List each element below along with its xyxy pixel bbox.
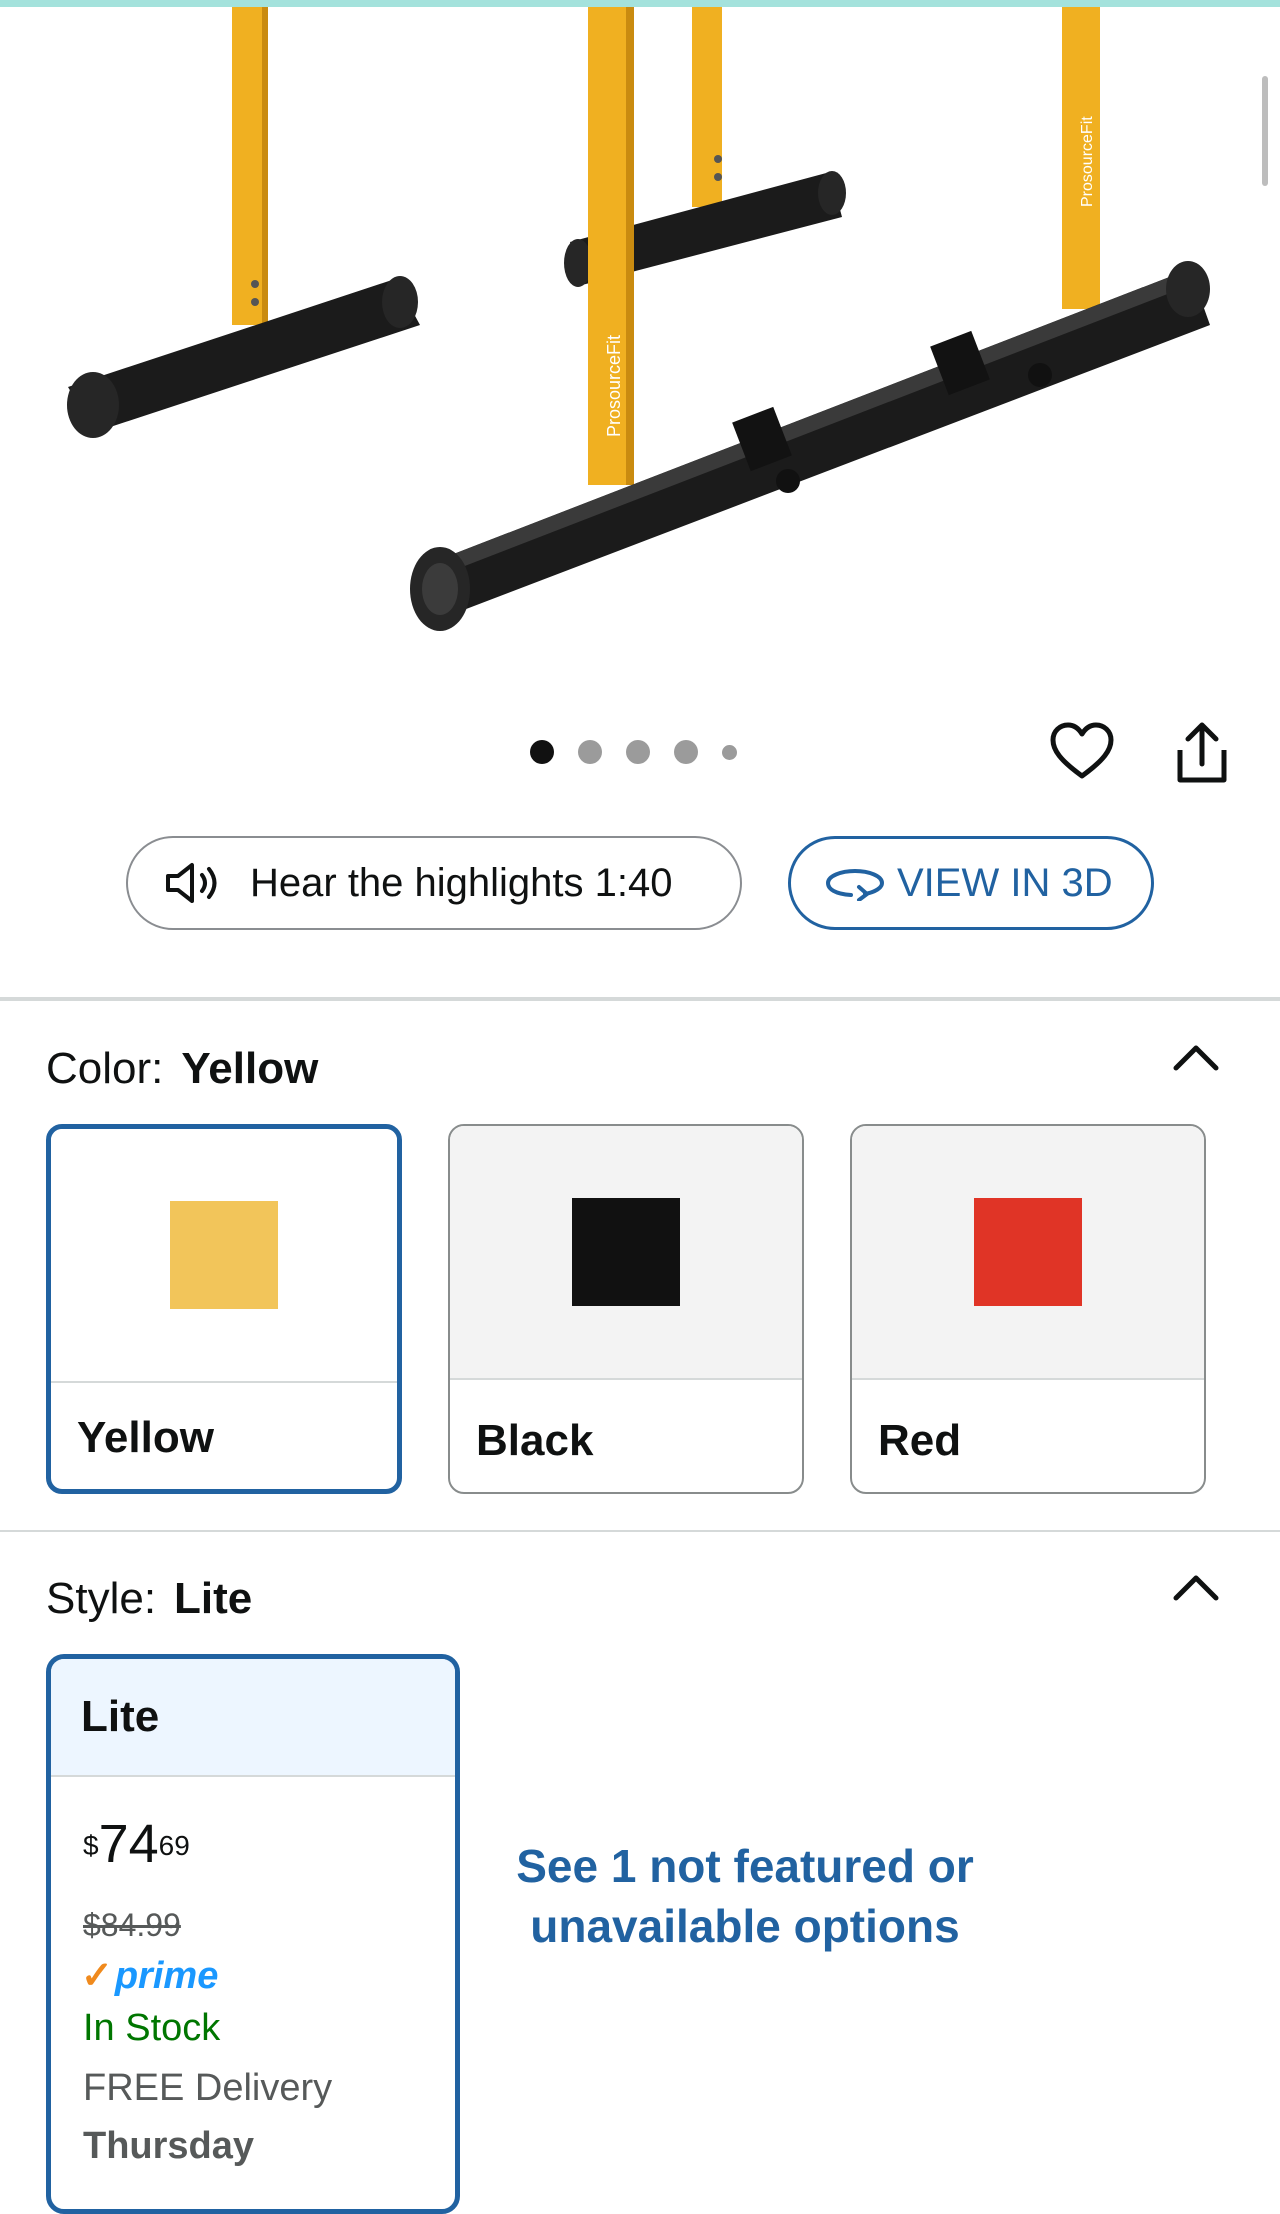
- svg-text:ProsourceFit: ProsourceFit: [1079, 116, 1096, 207]
- image-pagination[interactable]: [530, 740, 737, 764]
- style-option-title: Lite: [51, 1659, 455, 1777]
- share-icon[interactable]: [1172, 720, 1232, 786]
- product-image[interactable]: ProsourceFit ProsourceFit: [0, 7, 1280, 647]
- rotate-3d-icon: [825, 868, 885, 901]
- color-chip: [572, 1198, 680, 1306]
- top-accent-bar: [0, 0, 1280, 7]
- view-in-3d-button[interactable]: VIEW IN 3D: [788, 836, 1154, 930]
- color-section-label: Color: Yellow: [46, 1044, 319, 1093]
- hear-highlights-button[interactable]: Hear the highlights 1:40: [126, 836, 742, 930]
- see-unavailable-options-link[interactable]: See 1 not featured or unavailable option…: [500, 1836, 990, 1956]
- delivery-text: FREE Delivery: [83, 2067, 333, 2109]
- selected-style-value: Lite: [174, 1574, 253, 1623]
- chevron-up-icon[interactable]: [1170, 1042, 1222, 1074]
- color-option-yellow[interactable]: Yellow: [46, 1124, 402, 1494]
- speaker-icon: [166, 863, 217, 903]
- color-option-label: Yellow: [77, 1413, 214, 1462]
- color-option-label: Red: [878, 1416, 962, 1465]
- swatch-preview: [852, 1126, 1204, 1380]
- stock-status: In Stock: [83, 2007, 221, 2049]
- style-section-label: Style: Lite: [46, 1574, 253, 1623]
- selected-color-value: Yellow: [181, 1044, 319, 1093]
- swatch-preview: [51, 1129, 397, 1383]
- price: $7469: [83, 1814, 190, 1874]
- prime-badge: ✓prime: [81, 1955, 219, 1997]
- section-divider: [0, 997, 1280, 1001]
- color-option-black[interactable]: Black: [448, 1124, 804, 1494]
- heart-icon[interactable]: [1050, 722, 1114, 782]
- svg-text:ProsourceFit: ProsourceFit: [604, 335, 624, 437]
- pagination-dot[interactable]: [722, 744, 737, 760]
- swatch-preview: [450, 1126, 802, 1380]
- section-divider: [0, 1530, 1280, 1532]
- pagination-dot[interactable]: [626, 740, 650, 764]
- check-icon: ✓: [81, 1955, 113, 1997]
- hear-highlights-label: Hear the highlights 1:40: [250, 860, 673, 905]
- pagination-dot[interactable]: [674, 740, 698, 764]
- pagination-dot[interactable]: [530, 740, 554, 764]
- style-option-lite[interactable]: Lite $7469 $84.99 ✓prime In Stock FREE D…: [46, 1654, 460, 2214]
- list-price: $84.99: [83, 1907, 181, 1943]
- chevron-up-icon[interactable]: [1170, 1572, 1222, 1604]
- color-chip: [170, 1201, 278, 1309]
- pagination-dot[interactable]: [578, 740, 602, 764]
- left-leg: [67, 7, 420, 438]
- color-chip: [974, 1198, 1082, 1306]
- color-option-red[interactable]: Red: [850, 1124, 1206, 1494]
- delivery-day: Thursday: [83, 2125, 255, 2167]
- view-in-3d-label: VIEW IN 3D: [897, 860, 1113, 905]
- right-leg: ProsourceFit: [1062, 7, 1100, 309]
- color-option-label: Black: [476, 1416, 594, 1465]
